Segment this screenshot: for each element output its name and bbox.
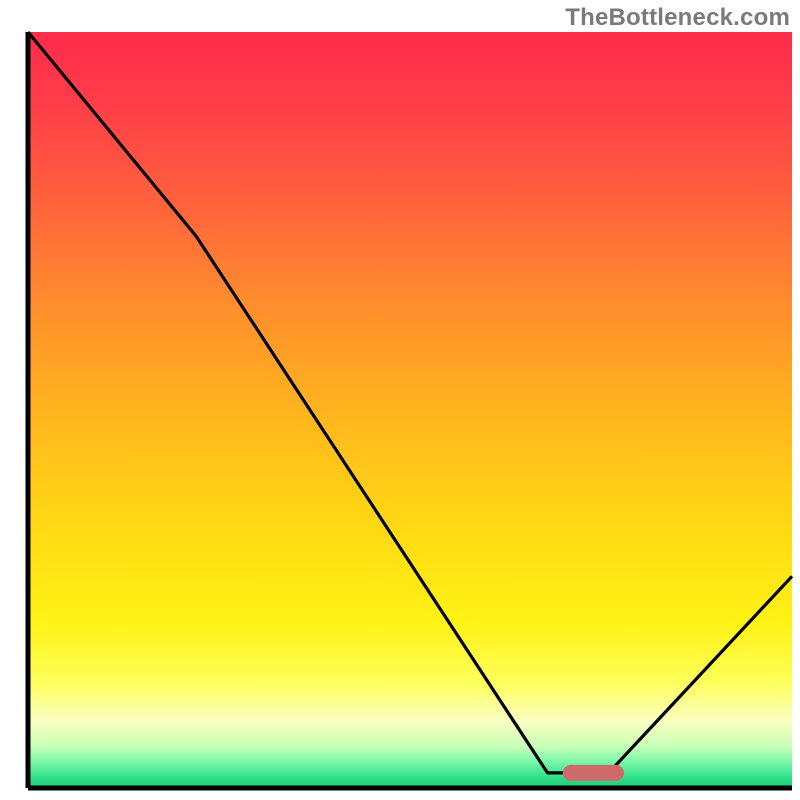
optimum-marker — [563, 765, 624, 781]
chart-container: TheBottleneck.com — [0, 0, 800, 800]
watermark-label: TheBottleneck.com — [565, 4, 790, 32]
gradient-background — [28, 32, 792, 788]
bottleneck-chart — [0, 0, 800, 800]
